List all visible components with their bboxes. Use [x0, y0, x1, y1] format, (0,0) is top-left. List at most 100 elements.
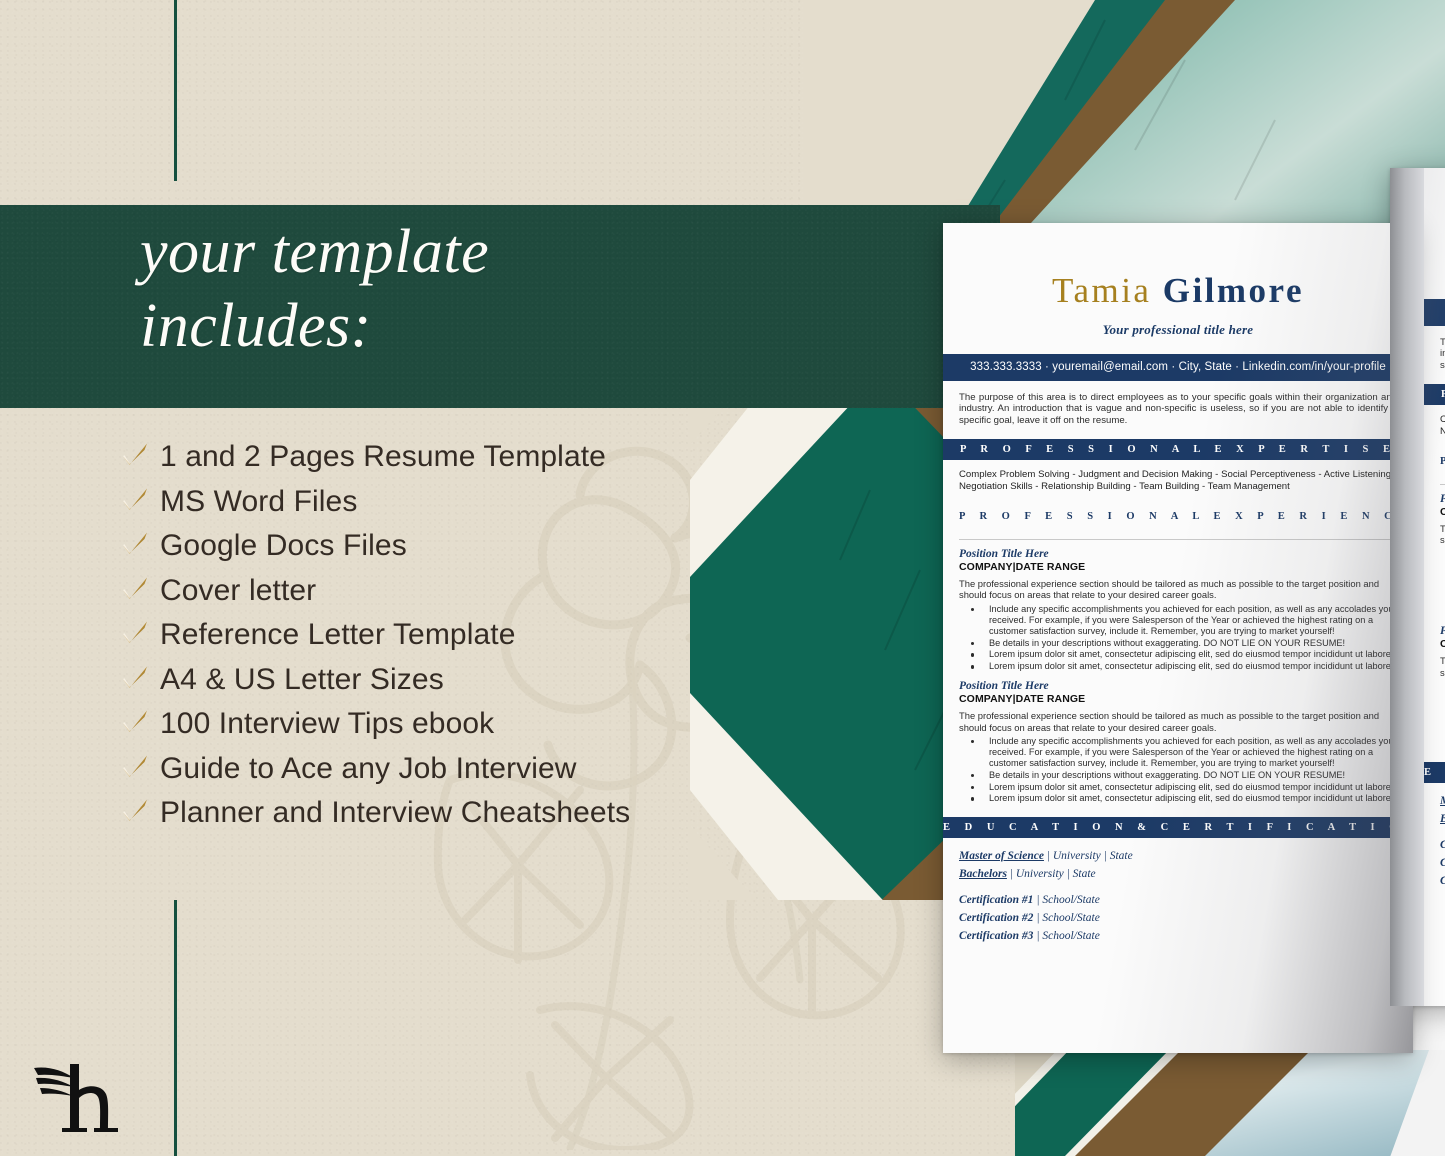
resume-two-job-bullets: Include any specific accomplishments you…: [1440, 549, 1445, 618]
certification-entry: Certification #1 | School/State: [959, 894, 1397, 906]
bullet: Lorem ipsum dolor sit amet, consectetur …: [1440, 738, 1445, 749]
resume-two-job-company: COMPANY|DATE RANGE: [1440, 638, 1445, 651]
list-item-label: 100 Interview Tips ebook: [160, 707, 495, 740]
resume-page-one[interactable]: Tamia Gilmore Your professional title he…: [943, 223, 1413, 1053]
bullet: Lorem ipsum dolor sit amet, consectetur …: [959, 649, 1397, 660]
list-item: 1 and 2 Pages Resume Template: [120, 437, 840, 482]
bullet: Be details in your descriptions without …: [1440, 715, 1445, 726]
resume-skills-wrap: Complex Problem Solving - Judgment and D…: [943, 469, 1413, 804]
vertical-rule-bottom: [174, 900, 177, 1156]
resume-two-divider: [1440, 484, 1445, 486]
checkmark-icon: [120, 664, 160, 694]
bullet: Be details in your descriptions without …: [959, 638, 1397, 649]
bullet: Lorem ipsum dolor sit amet, consectetur …: [959, 793, 1397, 804]
checkmark-icon: [120, 708, 160, 738]
job-bullets: Include any specific accomplishments you…: [959, 604, 1397, 673]
list-item-label: Google Docs Files: [160, 529, 407, 562]
education-entry: Master of Science | University | State: [1440, 795, 1445, 807]
resume-two-education-list: Master of Science | University | State B…: [1440, 795, 1445, 825]
list-item: 100 Interview Tips ebook: [120, 704, 840, 749]
checkmark-icon: [120, 575, 160, 605]
list-item: Reference Letter Template: [120, 615, 840, 660]
checkmark-icon: [120, 797, 160, 827]
certification-entry: Certification #3 | School/State: [959, 930, 1397, 942]
resume-first-name: Tamia: [1052, 271, 1152, 310]
vertical-rule-top: [174, 0, 177, 181]
list-item-label: Cover letter: [160, 573, 317, 607]
resume-two-summary: The purpose of this area is to direct em…: [1440, 337, 1445, 371]
resume-experience-heading: P R O F E S S I O N A L E X P E R I E N …: [959, 511, 1413, 523]
education-entry: Master of Science | University | State: [959, 850, 1397, 862]
education-degree: Master of Science: [959, 850, 1044, 863]
education-degree: Bachelors: [959, 868, 1007, 881]
list-item-label: A4 & US Letter Sizes: [160, 662, 444, 696]
certification-entry: Certification #2 | School/State: [1440, 857, 1445, 869]
poster-canvas: your template includes: 1 and 2 Pages Re…: [0, 0, 1445, 1156]
job-description: The professional experience section shou…: [959, 578, 1380, 601]
resume-summary: The purpose of this area is to direct em…: [959, 392, 1397, 426]
resume-page-two[interactable]: Tamia Gilmore Your professional title he…: [1390, 168, 1445, 1006]
checkmark-icon: [120, 530, 160, 560]
list-item: Cover letter: [120, 571, 840, 616]
resume-one-content: Tamia Gilmore Your professional title he…: [943, 223, 1413, 948]
resume-two-education-wrap: Master of Science | University | State B…: [1424, 795, 1445, 887]
resume-job: Position Title Here COMPANY|DATE RANGE T…: [959, 680, 1397, 804]
winged-h-logo: [32, 1062, 127, 1134]
resume-expertise-heading: P R O F E S S I O N A L E X P E R T I S …: [943, 439, 1413, 461]
resume-two-body: The purpose of this area is to direct em…: [1424, 337, 1445, 371]
job-title: Position Title Here: [959, 680, 1049, 693]
resume-two-contact-bar: 333.333.3333 · youremail@email.com · Cit…: [1424, 299, 1445, 326]
certification-entry: Certification #2 | School/State: [959, 912, 1397, 924]
list-item: MS Word Files: [120, 482, 840, 527]
list-item-label: Planner and Interview Cheatsheets: [160, 796, 631, 829]
certification-name: Certification #1: [1440, 839, 1445, 851]
certification-name: Certification #1: [959, 894, 1034, 907]
resume-two-job-title: Position Title Here: [1440, 493, 1445, 505]
bullet: Include any specific accomplishments you…: [959, 736, 1397, 770]
list-item-label: MS Word Files: [160, 484, 358, 518]
resume-two-skills-wrap: Complex Problem Solving - Judgment and D…: [1424, 414, 1445, 749]
bullet: Lorem ipsum dolor sit amet, consectetur …: [959, 782, 1397, 793]
job-company: COMPANY|DATE RANGE: [959, 561, 1086, 574]
education-entry: Bachelors | University | State: [959, 868, 1397, 880]
resume-name: Tamia Gilmore: [943, 223, 1413, 311]
list-item: Google Docs Files: [120, 526, 840, 571]
job-company: COMPANY|DATE RANGE: [959, 693, 1086, 706]
education-list: Master of Science | University | State B…: [959, 850, 1397, 880]
certification-name: Certification #2: [959, 912, 1034, 925]
resume-two-name: Tamia Gilmore: [1424, 168, 1445, 256]
job-description: The professional experience section shou…: [959, 710, 1380, 733]
certification-name: Certification #3: [959, 930, 1034, 943]
feature-checklist: 1 and 2 Pages Resume Template MS Word Fi…: [120, 437, 840, 838]
bullet: Be details in your descriptions without …: [959, 770, 1397, 781]
resume-contact-bar: 333.333.3333 · youremail@email.com · Cit…: [943, 354, 1413, 381]
resume-job: Position Title Here COMPANY|DATE RANGE T…: [959, 548, 1397, 672]
checkmark-icon: [120, 619, 160, 649]
resume-two-education-heading: E D U C A T I O N & C E R T I F I C A T …: [1424, 762, 1445, 784]
job-title: Position Title Here: [959, 548, 1049, 561]
resume-education-wrap: Master of Science | University | State B…: [943, 850, 1413, 942]
list-item: Planner and Interview Cheatsheets: [120, 793, 840, 838]
resume-subtitle: Your professional title here: [1102, 322, 1254, 337]
bullet: Include any specific accomplishments you…: [1440, 681, 1445, 715]
certification-name: Certification #3: [1440, 875, 1445, 887]
resume-two-job-title: Position Title Here: [1440, 625, 1445, 637]
list-item-label: Reference Letter Template: [160, 618, 516, 651]
resume-two-job-desc: The professional experience section shou…: [1440, 655, 1445, 678]
list-item-label: 1 and 2 Pages Resume Template: [160, 440, 606, 473]
list-item: A4 & US Letter Sizes: [120, 660, 840, 705]
resume-last-name: Gilmore: [1162, 271, 1304, 310]
resume-two-job: Position Title Here COMPANY|DATE RANGE T…: [1440, 493, 1445, 617]
bullet: Be details in your descriptions without …: [1440, 583, 1445, 594]
education-degree: Master of Science: [1440, 795, 1445, 807]
resume-two-job-bullets: Include any specific accomplishments you…: [1440, 681, 1445, 750]
bullet: Lorem ipsum dolor sit amet, consectetur …: [1440, 727, 1445, 738]
certification-detail: | School/State: [1033, 894, 1100, 907]
resume-summary-wrap: The purpose of this area is to direct em…: [943, 392, 1413, 426]
resume-skills: Complex Problem Solving - Judgment and D…: [959, 469, 1397, 493]
headline-banner: your template includes:: [0, 205, 1000, 408]
resume-education-heading: E D U C A T I O N & C E R T I F I C A T …: [943, 817, 1413, 839]
resume-two-job-company: COMPANY|DATE RANGE: [1440, 506, 1445, 519]
list-item-label: Guide to Ace any Job Interview: [160, 751, 577, 785]
certification-detail: | School/State: [1033, 930, 1100, 943]
